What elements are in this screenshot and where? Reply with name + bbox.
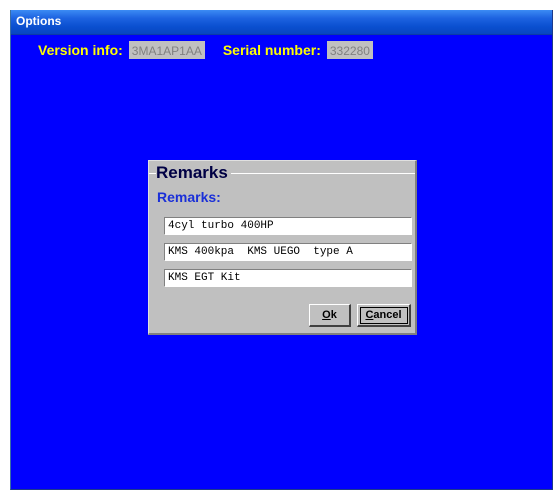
serial-label: Serial number: xyxy=(222,42,321,58)
cancel-button[interactable]: Cancel xyxy=(357,304,411,327)
version-value: 3MA1AP1AA xyxy=(128,41,205,59)
window-title: Options xyxy=(16,14,62,28)
remarks-label: Remarks: xyxy=(157,189,221,205)
remark-field-1[interactable]: 4cyl turbo 400HP xyxy=(164,217,412,235)
title-bar[interactable]: Options xyxy=(11,10,552,35)
remark-field-3[interactable]: KMS EGT Kit xyxy=(164,269,412,287)
dialog-title: Remarks xyxy=(156,163,231,183)
options-window: Options Version info: 3MA1AP1AA Serial n… xyxy=(10,10,553,490)
ok-accelerator: O xyxy=(322,309,331,321)
version-label: Version info: xyxy=(38,42,123,58)
cancel-accelerator: C xyxy=(365,309,374,321)
ok-button[interactable]: Ok xyxy=(309,304,351,327)
remark-field-2[interactable]: KMS 400kpa KMS UEGO type A xyxy=(164,243,412,261)
info-row: Version info: 3MA1AP1AA Serial number: 3… xyxy=(38,40,373,60)
remarks-dialog: Remarks Remarks: 4cyl turbo 400HP KMS 40… xyxy=(148,160,417,335)
ok-label: k xyxy=(330,309,337,321)
cancel-label: ancel xyxy=(373,309,402,321)
serial-value: 332280 xyxy=(326,41,373,59)
